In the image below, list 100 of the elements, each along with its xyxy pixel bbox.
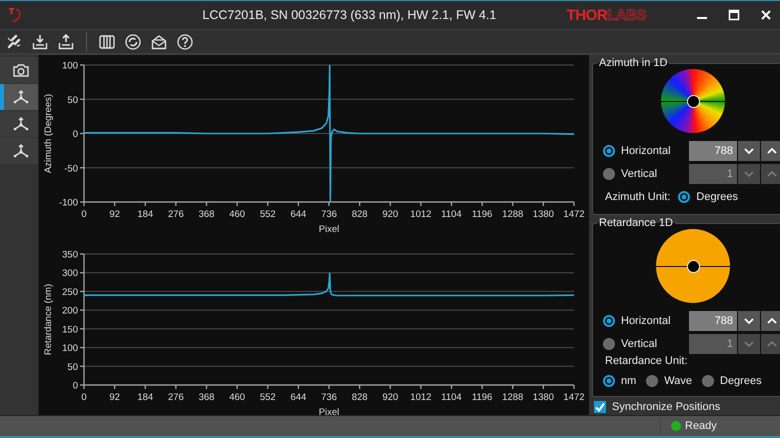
envelope-icon[interactable]	[151, 34, 167, 50]
sidebar-item[interactable]	[0, 84, 38, 110]
refresh-icon[interactable]	[125, 34, 141, 50]
radio-label: Horizontal	[621, 144, 672, 156]
tick-label: 1012	[410, 209, 432, 220]
tick-label: 50	[67, 94, 78, 106]
radio-label: Degrees	[696, 191, 738, 203]
axes-icon	[13, 89, 29, 105]
radio-button[interactable]	[603, 144, 615, 156]
tick-label: 1380	[532, 209, 554, 220]
tick-label: 460	[229, 392, 246, 403]
chevron-down-icon	[744, 170, 754, 176]
tick-label: 150	[62, 324, 78, 336]
checkbox[interactable]	[594, 401, 606, 413]
radio-label: Wave	[664, 375, 692, 387]
group-title: Azimuth in 1D	[598, 57, 668, 69]
radio-button[interactable]	[603, 314, 615, 326]
radio-label: Vertical	[621, 168, 658, 180]
tick-label: 1472	[563, 392, 585, 403]
brand-logo: THORLABS	[566, 6, 646, 24]
tick-label: 92	[109, 209, 120, 220]
tick-label: 276	[168, 392, 184, 403]
radio-button[interactable]	[678, 191, 690, 203]
axis-title: Retardance (nm)	[43, 284, 54, 356]
tick-label: 828	[352, 392, 368, 403]
sidebar-item[interactable]	[0, 138, 38, 164]
tick-label: 92	[109, 392, 120, 403]
radio-label: nm	[621, 375, 636, 387]
radio-label: Vertical	[621, 338, 658, 350]
tick-label: 1288	[502, 209, 524, 220]
tick-label: 920	[382, 209, 398, 220]
upload-icon[interactable]	[58, 34, 74, 50]
tick-label: -50	[64, 163, 78, 174]
chevron-down-icon	[744, 318, 754, 324]
spin-down-button[interactable]	[738, 140, 760, 160]
radio-label: Degrees	[720, 375, 762, 387]
window-title: LCC7201B, SN 00326773 (633 nm), HW 2.1, FW 4.1	[201, 8, 498, 22]
status-dot	[671, 421, 681, 431]
tick-label: 368	[198, 392, 214, 403]
spin-up-button[interactable]	[761, 310, 780, 330]
axis-title: Azimuth (Degrees)	[43, 94, 54, 174]
tick-label: 552	[260, 209, 276, 220]
tick-label: 0	[72, 380, 78, 392]
close-icon[interactable]	[760, 9, 772, 21]
tick-label: 100	[62, 60, 78, 72]
axes-icon	[13, 143, 29, 159]
tick-label: 350	[62, 250, 78, 260]
chevron-up-icon	[767, 318, 777, 324]
unit-label: Azimuth Unit:	[605, 191, 670, 203]
tick-label: 368	[198, 209, 214, 220]
spin-up-button[interactable]	[761, 140, 780, 160]
tick-label: 100	[62, 343, 78, 354]
tick-label: 736	[321, 392, 337, 403]
spin-down-button[interactable]	[738, 310, 760, 330]
chevron-up-icon	[767, 340, 777, 346]
tick-label: 0	[72, 129, 78, 140]
help-icon[interactable]	[177, 34, 193, 50]
tick-label: 0	[81, 392, 87, 403]
camera-icon	[13, 63, 29, 77]
radio-button[interactable]	[702, 375, 714, 387]
chevron-up-icon	[767, 148, 777, 154]
number-field[interactable]: 788	[689, 140, 737, 160]
tick-label: 736	[321, 209, 337, 220]
axis-title: Pixel	[318, 407, 340, 417]
tick-label: 1104	[441, 209, 462, 220]
chevron-down-icon	[744, 148, 754, 154]
axis-title: Pixel	[318, 224, 340, 235]
unit-label: Retardance Unit:	[604, 355, 689, 369]
download-icon[interactable]	[32, 34, 48, 50]
tick-label: 828	[352, 209, 368, 220]
tick-label: 644	[290, 392, 306, 403]
tick-label: 184	[137, 209, 154, 220]
tick-label: 552	[260, 392, 276, 403]
tick-label: 1380	[532, 392, 554, 403]
tick-label: 250	[62, 286, 78, 298]
tick-label: 50	[67, 362, 78, 373]
tick-label: 1196	[472, 392, 492, 403]
axes-icon	[13, 116, 29, 132]
checkbox-label: Synchronize Positions	[612, 401, 720, 413]
sidebar-item[interactable]	[0, 111, 38, 137]
columns-icon[interactable]	[99, 34, 115, 50]
tick-label: 1288	[502, 392, 524, 403]
radio-button[interactable]	[646, 375, 658, 387]
tick-label: -100	[58, 198, 78, 208]
number-field[interactable]: 788	[689, 310, 737, 330]
maximize-icon[interactable]	[728, 9, 740, 21]
tick-label: 276	[168, 209, 184, 220]
tick-label: 0	[81, 209, 87, 220]
tick-label: 300	[62, 268, 78, 280]
status-text: Ready	[685, 420, 717, 432]
tick-label: 184	[137, 392, 154, 403]
radio-label: Horizontal	[621, 314, 672, 326]
radio-button[interactable]	[603, 375, 615, 387]
chevron-up-icon	[767, 170, 777, 176]
tick-label: 920	[382, 392, 398, 403]
tick-label: 460	[229, 209, 246, 220]
tick-label: 200	[62, 306, 78, 317]
sidebar-item[interactable]	[0, 57, 38, 83]
group-title: Retardance 1D	[598, 217, 674, 229]
app-logo-icon	[8, 7, 22, 23]
